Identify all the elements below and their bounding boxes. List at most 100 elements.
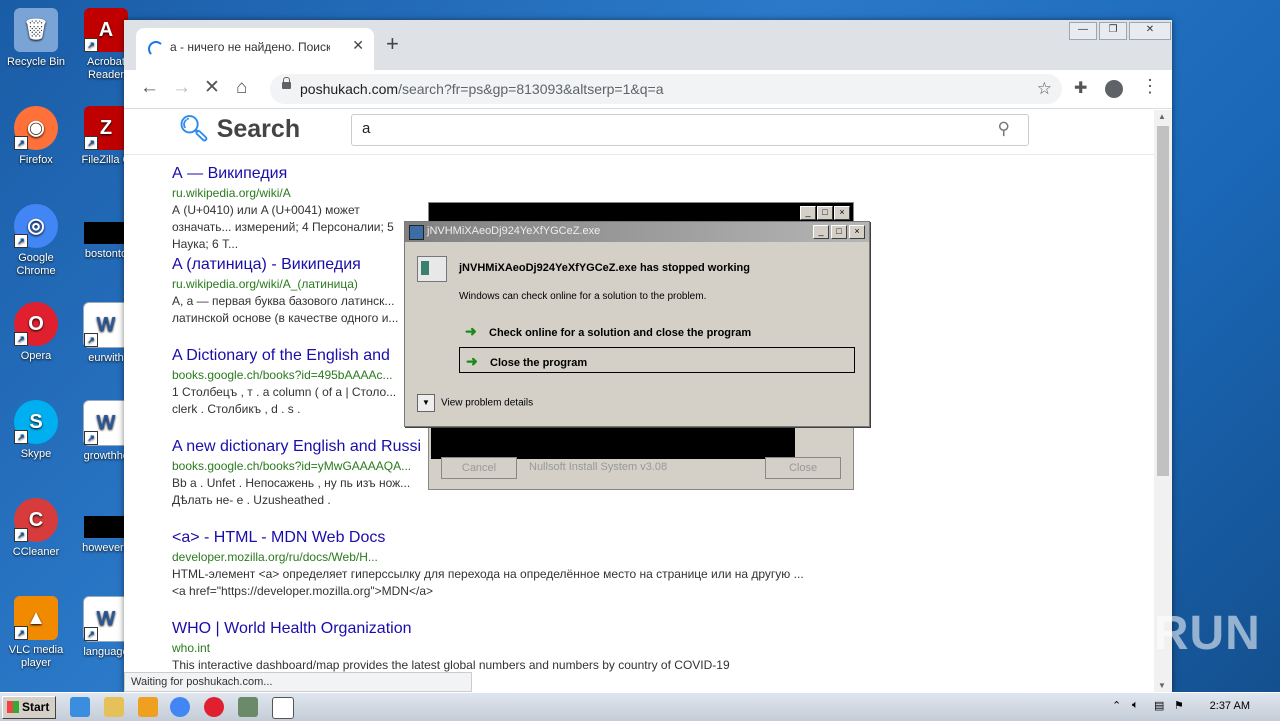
url-text: poshukach.com/search?fr=ps&gp=813093&alt…: [300, 81, 664, 97]
file-icon: [84, 516, 128, 538]
result-title[interactable]: WHO | World Health Organization: [172, 619, 812, 639]
word-doc-icon: W ↗: [83, 302, 129, 348]
installer-cancel-button[interactable]: Cancel: [441, 457, 517, 479]
result-title[interactable]: А — Википедия: [172, 164, 812, 184]
stop-loading-icon[interactable]: ✕: [204, 78, 220, 98]
green-arrow-icon: ➜: [466, 353, 478, 369]
program-icon: [417, 256, 447, 282]
crash-dialog-taskbar-icon[interactable]: [272, 697, 294, 719]
crash-subtext: Windows can check online for a solution …: [459, 291, 707, 302]
result-desc: A, a — первая буква базового латинск... …: [172, 294, 399, 325]
installer-brand-label: Nullsoft Install System v3.08: [529, 461, 668, 473]
desktop-icon-firefox[interactable]: ◉ ↗ Firefox: [0, 106, 72, 167]
close-program-option[interactable]: ➜ Close the program: [459, 347, 855, 373]
installer-titlebar: [429, 203, 853, 221]
window-controls: — ❐ ✕: [1068, 20, 1172, 42]
firefox-icon: ◉ ↗: [14, 106, 58, 150]
media-player-icon[interactable]: [138, 697, 158, 717]
desktop-icon-recycle-bin[interactable]: 🗑 Recycle Bin: [0, 8, 72, 69]
crash-dialog: jNVHMiXAeoDj924YeXfYGCeZ.exe _ □ × jNVHM…: [404, 221, 870, 427]
chevron-down-icon[interactable]: ▼: [417, 394, 435, 412]
opera-taskbar-icon[interactable]: [204, 697, 224, 717]
scroll-down-icon[interactable]: ▼: [1158, 681, 1166, 690]
new-tab-button[interactable]: +: [386, 33, 399, 55]
tab-close-icon[interactable]: ✕: [352, 37, 364, 54]
magnifier-logo-icon: 🔍︎: [178, 115, 210, 143]
file-icon: [84, 222, 128, 244]
close-button[interactable]: ×: [834, 206, 850, 220]
result-url[interactable]: ru.wikipedia.org/wiki/А: [172, 184, 812, 202]
restore-button[interactable]: ❐: [1099, 22, 1127, 40]
result-url[interactable]: who.int: [172, 639, 812, 657]
volume-icon[interactable]: 🔈︎: [1132, 699, 1139, 712]
installer-taskbar-icon[interactable]: [238, 697, 258, 717]
clock[interactable]: 2:37 AM: [1210, 700, 1250, 712]
back-arrow-icon[interactable]: ←: [140, 78, 159, 98]
tab-strip: а - ничего не найдено. Поиск ✕ + — ❐ ✕: [124, 20, 1172, 70]
maximize-button[interactable]: □: [817, 206, 833, 220]
loading-spinner-icon: [148, 41, 164, 57]
browser-toolbar: ← → ✕ ⌂ poshukach.com/search?fr=ps&gp=81…: [124, 70, 1172, 109]
search-logo[interactable]: 🔍︎ Search: [178, 115, 300, 144]
opera-icon: O ↗: [14, 302, 58, 346]
close-button[interactable]: ×: [849, 225, 865, 239]
minimize-button[interactable]: —: [1069, 22, 1097, 40]
network-icon[interactable]: ▤: [1154, 699, 1164, 712]
search-result: WHO | World Health Organization who.int …: [172, 619, 812, 674]
vlc-icon: ▲ ↗: [14, 596, 58, 640]
forward-arrow-icon[interactable]: →: [172, 78, 191, 98]
installer-close-button[interactable]: Close: [765, 457, 841, 479]
chrome-icon: ◎ ↗: [14, 204, 58, 248]
filezilla-icon: Z ↗: [84, 106, 128, 150]
maximize-button[interactable]: □: [831, 225, 847, 239]
scroll-up-icon[interactable]: ▲: [1158, 112, 1166, 121]
address-bar[interactable]: poshukach.com/search?fr=ps&gp=813093&alt…: [270, 74, 1062, 104]
search-icon[interactable]: ⚲: [998, 119, 1010, 139]
start-button[interactable]: Start: [2, 696, 56, 719]
crash-dialog-title: jNVHMiXAeoDj924YeXfYGCeZ.exe: [427, 225, 601, 237]
menu-kebab-icon[interactable]: ⋮: [1141, 77, 1159, 95]
page-scrollbar[interactable]: ▲ ▼: [1154, 110, 1172, 692]
desktop-icon-vlc[interactable]: ▲ ↗ VLC media player: [0, 596, 72, 670]
result-desc: HTML-элемент <a> определяет гиперссылку …: [172, 567, 804, 598]
taskbar: Start ⌃ 🔈︎ ▤ ⚑ 2:37 AM: [0, 692, 1280, 721]
ccleaner-icon: C ↗: [14, 498, 58, 542]
tray-expand-icon[interactable]: ⌃: [1112, 699, 1121, 712]
action-center-flag-icon[interactable]: ⚑: [1174, 699, 1184, 712]
home-icon[interactable]: ⌂: [236, 78, 247, 98]
crash-dialog-titlebar: jNVHMiXAeoDj924YeXfYGCeZ.exe _ □ ×: [405, 222, 869, 242]
green-arrow-icon: ➜: [465, 323, 477, 339]
search-result: <a> - HTML - MDN Web Docs developer.mozi…: [172, 528, 812, 600]
scroll-thumb[interactable]: [1157, 126, 1169, 476]
minimize-button[interactable]: _: [813, 225, 829, 239]
tab-title: а - ничего не найдено. Поиск: [170, 40, 330, 54]
desktop-icon-opera[interactable]: O ↗ Opera: [0, 302, 72, 363]
lock-icon: [282, 77, 291, 89]
recycle-bin-icon: 🗑: [14, 8, 58, 52]
desktop-icon-ccleaner[interactable]: C ↗ CCleaner: [0, 498, 72, 559]
explorer-folder-icon[interactable]: [104, 697, 124, 717]
profile-avatar-icon[interactable]: [1105, 80, 1123, 98]
result-desc: Bb a . Unfet . Непосажень , ну пь изъ но…: [172, 476, 411, 507]
ie-icon[interactable]: [70, 697, 90, 717]
bookmark-star-icon[interactable]: ☆: [1037, 79, 1052, 99]
result-desc: 1 Столбецъ , т . a column ( of a | Столо…: [172, 385, 397, 416]
status-bar: Waiting for poshukach.com...: [124, 672, 472, 692]
crash-heading: jNVHMiXAeoDj924YeXfYGCeZ.exe has stopped…: [459, 262, 750, 274]
tab-active[interactable]: а - ничего не найдено. Поиск ✕: [136, 28, 374, 70]
extensions-puzzle-icon[interactable]: ✚: [1074, 78, 1087, 98]
windows-logo-icon: [7, 701, 19, 713]
view-details-toggle[interactable]: ▼ View problem details: [417, 394, 533, 412]
close-button[interactable]: ✕: [1129, 22, 1171, 40]
result-title[interactable]: <a> - HTML - MDN Web Docs: [172, 528, 812, 548]
desktop-icon-skype[interactable]: S ↗ Skype: [0, 400, 72, 461]
skype-icon: S ↗: [14, 400, 58, 444]
minimize-button[interactable]: _: [800, 206, 816, 220]
result-url[interactable]: developer.mozilla.org/ru/docs/Web/H...: [172, 548, 812, 566]
search-input[interactable]: a ⚲: [351, 114, 1029, 146]
chrome-taskbar-icon[interactable]: [170, 697, 190, 717]
watermark-logo: ANY RUN: [1036, 607, 1261, 660]
desktop-icon-chrome[interactable]: ◎ ↗ Google Chrome: [0, 204, 72, 278]
search-header: 🔍︎ Search a ⚲: [124, 110, 1154, 155]
check-online-option[interactable]: ➜ Check online for a solution and close t…: [459, 318, 855, 344]
